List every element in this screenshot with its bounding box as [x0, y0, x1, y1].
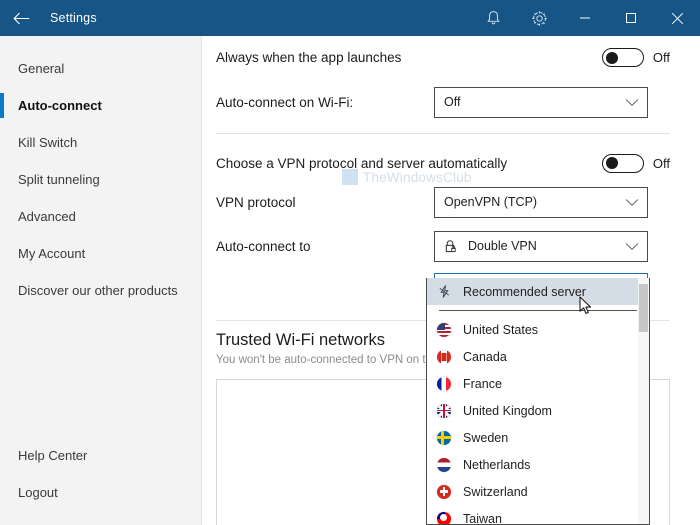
always-launch-label: Always when the app launches: [216, 50, 402, 65]
chevron-down-icon: [625, 98, 639, 106]
sidebar-item-label: Discover our other products: [18, 283, 178, 298]
row-auto-connect-to: Auto-connect to Double VPN: [216, 222, 670, 270]
server-dropdown-list: Recommended server United States Canada …: [427, 278, 649, 524]
auto-connect-wifi-value: Off: [444, 95, 461, 109]
sidebar-item-my-account[interactable]: My Account: [0, 235, 201, 272]
toggle-knob: [605, 51, 618, 64]
minimize-button[interactable]: [562, 0, 608, 36]
tw-flag-icon: [437, 511, 459, 524]
lightning-bolt-icon: [437, 284, 459, 299]
sidebar-item-logout[interactable]: Logout: [0, 474, 201, 511]
gear-icon: [531, 10, 547, 26]
sidebar-item-advanced[interactable]: Advanced: [0, 198, 201, 235]
section-divider-1: [216, 133, 670, 134]
maximize-button[interactable]: [608, 0, 654, 36]
choose-protocol-toggle[interactable]: [601, 153, 644, 173]
app-window: Settings General Auto-connect Kill Switc…: [0, 0, 700, 525]
bell-icon: [486, 11, 500, 25]
dropdown-scrollbar[interactable]: [638, 278, 649, 524]
chevron-down-icon: [625, 242, 639, 250]
sidebar-item-label: My Account: [18, 246, 86, 261]
sidebar-item-label: Auto-connect: [18, 98, 102, 113]
auto-connect-wifi-select[interactable]: Off: [434, 86, 648, 118]
se-flag-icon: [437, 430, 459, 445]
vpn-protocol-select[interactable]: OpenVPN (TCP): [434, 186, 648, 218]
row-always-when-app-launches: Always when the app launches Off: [216, 36, 670, 79]
dropdown-item-taiwan[interactable]: Taiwan: [427, 505, 649, 524]
dropdown-scrollbar-thumb[interactable]: [639, 284, 648, 332]
sidebar-item-label: Logout: [18, 485, 58, 500]
vpn-protocol-value: OpenVPN (TCP): [444, 195, 538, 209]
dropdown-item-label: Sweden: [463, 430, 509, 445]
dropdown-item-label: United Kingdom: [463, 403, 552, 418]
minimize-icon: [580, 17, 590, 19]
nl-flag-icon: [437, 457, 459, 472]
sidebar-item-split-tunneling[interactable]: Split tunneling: [0, 161, 201, 198]
title-bar: Settings: [0, 0, 700, 36]
sidebar-item-kill-switch[interactable]: Kill Switch: [0, 124, 201, 161]
auto-connect-to-value: Double VPN: [468, 239, 537, 253]
choose-protocol-toggle-state: Off: [652, 155, 670, 171]
always-launch-toggle-state: Off: [652, 50, 670, 65]
maximize-icon: [626, 13, 636, 23]
close-icon: [671, 12, 683, 24]
row-auto-connect-wifi: Auto-connect on Wi-Fi: Off: [216, 79, 670, 125]
dropdown-item-label: Netherlands: [463, 457, 531, 472]
row-choose-protocol-automatically: Choose a VPN protocol and server automat…: [216, 144, 670, 182]
ch-flag-icon: [437, 484, 459, 499]
dropdown-item-label: United States: [463, 322, 539, 337]
dropdown-item-label: France: [463, 376, 502, 391]
double-lock-icon: [444, 239, 459, 254]
settings-button[interactable]: [516, 0, 562, 36]
window-title: Settings: [50, 11, 97, 25]
dropdown-item-sweden[interactable]: Sweden: [427, 424, 649, 451]
dropdown-item-label: Taiwan: [463, 511, 502, 525]
sidebar-item-general[interactable]: General: [0, 50, 201, 87]
dropdown-separator: [439, 310, 637, 311]
dropdown-item-netherlands[interactable]: Netherlands: [427, 451, 649, 478]
dropdown-item-recommended-server[interactable]: Recommended server: [427, 278, 649, 305]
sidebar-bottom-group: Help Center Logout: [0, 437, 201, 511]
choose-protocol-toggle-group: Off: [601, 153, 670, 173]
sidebar: General Auto-connect Kill Switch Split t…: [0, 36, 202, 525]
ca-flag-icon: [437, 349, 459, 364]
chevron-down-icon: [625, 198, 639, 206]
back-arrow-icon: [12, 12, 29, 24]
vpn-protocol-label: VPN protocol: [216, 194, 296, 210]
sidebar-item-label: Advanced: [18, 209, 76, 224]
sidebar-item-auto-connect[interactable]: Auto-connect: [0, 87, 201, 124]
dropdown-item-canada[interactable]: Canada: [427, 343, 649, 370]
sidebar-item-help-center[interactable]: Help Center: [0, 437, 201, 474]
dropdown-item-switzerland[interactable]: Switzerland: [427, 478, 649, 505]
us-flag-icon: [437, 322, 459, 337]
sidebar-item-label: Kill Switch: [18, 135, 78, 150]
dropdown-item-united-states[interactable]: United States: [427, 316, 649, 343]
auto-connect-wifi-label: Auto-connect on Wi-Fi:: [216, 94, 354, 110]
dropdown-item-label: Canada: [463, 349, 507, 364]
sidebar-item-label: Help Center: [18, 448, 88, 463]
uk-flag-icon: [437, 403, 459, 418]
toggle-knob: [605, 157, 618, 169]
notifications-button[interactable]: [470, 0, 516, 36]
choose-protocol-label: Choose a VPN protocol and server automat…: [216, 155, 508, 171]
dropdown-item-label: Switzerland: [463, 484, 528, 499]
row-vpn-protocol: VPN protocol OpenVPN (TCP): [216, 182, 670, 222]
sidebar-item-label: General: [18, 61, 65, 76]
always-launch-toggle-group: Off: [601, 48, 670, 67]
server-dropdown-popup: Recommended server United States Canada …: [426, 278, 650, 525]
always-launch-toggle[interactable]: [601, 48, 644, 67]
close-button[interactable]: [654, 0, 700, 36]
dropdown-item-label: Recommended server: [463, 284, 586, 299]
dropdown-item-united-kingdom[interactable]: United Kingdom: [427, 397, 649, 424]
auto-connect-to-select[interactable]: Double VPN: [434, 230, 648, 262]
auto-connect-to-label: Auto-connect to: [216, 238, 311, 254]
fr-flag-icon: [437, 376, 459, 391]
back-button[interactable]: [0, 0, 42, 36]
sidebar-item-discover-products[interactable]: Discover our other products: [0, 272, 201, 309]
sidebar-item-label: Split tunneling: [18, 172, 100, 187]
dropdown-item-france[interactable]: France: [427, 370, 649, 397]
